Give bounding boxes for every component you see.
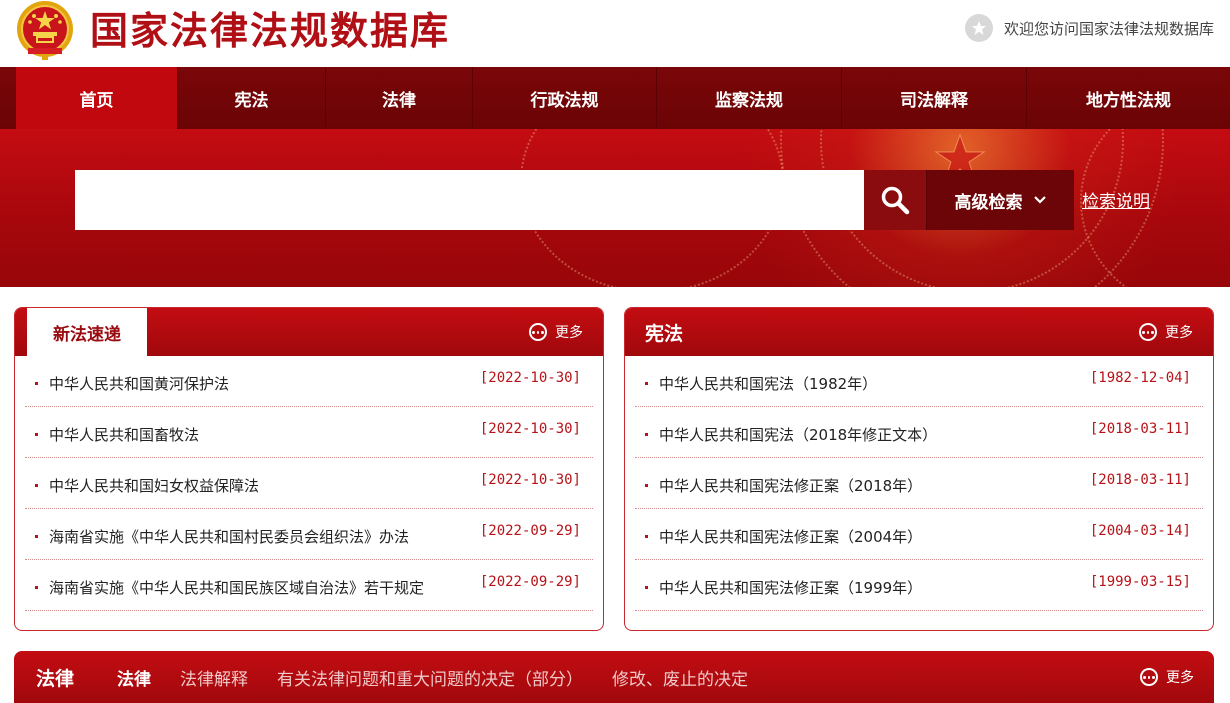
- advanced-search-label: 高级检索: [954, 192, 1023, 213]
- nav-item-laws[interactable]: 法律: [326, 67, 473, 129]
- advanced-search-button[interactable]: 高级检索: [926, 170, 1074, 230]
- law-date: [2018-03-11]: [1089, 472, 1191, 488]
- welcome-text: 欢迎您访问国家法律法规数据库: [1003, 19, 1214, 38]
- tab-major-decisions[interactable]: 有关法律问题和重大问题的决定（部分）: [277, 665, 583, 690]
- more-label: 更多: [1165, 325, 1193, 341]
- new-laws-panel-header: 新法速递 更多: [15, 308, 603, 356]
- tab-new-laws[interactable]: 新法速递: [27, 308, 147, 356]
- law-title-link[interactable]: 中华人民共和国宪法修正案（2018年）: [659, 475, 922, 496]
- constitution-more-link[interactable]: 更多: [1139, 321, 1193, 343]
- bullet: [645, 484, 648, 487]
- tab-amendment-repeal-decisions[interactable]: 修改、废止的决定: [612, 665, 748, 690]
- list-item: 中华人民共和国宪法（2018年修正文本） [2018-03-11]: [635, 407, 1203, 458]
- search-button[interactable]: [864, 170, 926, 230]
- search-input[interactable]: [75, 170, 864, 230]
- list-item: 中华人民共和国宪法修正案（2004年） [2004-03-14]: [635, 509, 1203, 560]
- new-laws-panel: 新法速递 更多 中华人民共和国黄河保护法 [2022-10-30] 中华人民共和…: [14, 307, 604, 631]
- law-title-link[interactable]: 中华人民共和国宪法（2018年修正文本）: [659, 424, 937, 445]
- site-header: 国家法律法规数据库 欢迎您访问国家法律法规数据库: [0, 0, 1230, 67]
- bullet: [35, 535, 38, 538]
- site-title: 国家法律法规数据库: [90, 8, 451, 53]
- law-section-tabs: 法律 法律解释 有关法律问题和重大问题的决定（部分） 修改、废止的决定: [117, 651, 777, 703]
- bullet: [645, 433, 648, 436]
- list-item: 海南省实施《中华人民共和国民族区域自治法》若干规定 [2022-09-29]: [25, 560, 593, 611]
- bullet: [35, 484, 38, 487]
- welcome-area: 欢迎您访问国家法律法规数据库: [964, 13, 1214, 43]
- law-date: [2018-03-11]: [1089, 421, 1191, 437]
- more-label: 更多: [1166, 670, 1194, 686]
- law-title-link[interactable]: 中华人民共和国宪法（1982年）: [659, 373, 877, 394]
- nav-item-supervisory-regulations[interactable]: 监察法规: [657, 67, 842, 129]
- law-section-header: 法律 法律 法律解释 有关法律问题和重大问题的决定（部分） 修改、废止的决定 更…: [14, 651, 1214, 703]
- more-label: 更多: [555, 325, 583, 341]
- new-laws-more-link[interactable]: 更多: [529, 321, 583, 343]
- bullet: [35, 586, 38, 589]
- nav-item-constitution[interactable]: 宪法: [178, 67, 326, 129]
- tab-law-interpretation[interactable]: 法律解释: [180, 665, 248, 690]
- law-title-link[interactable]: 中华人民共和国宪法修正案（2004年）: [659, 526, 922, 547]
- search-help-link[interactable]: 检索说明: [1082, 187, 1150, 212]
- list-item: 中华人民共和国妇女权益保障法 [2022-10-30]: [25, 458, 593, 509]
- law-date: [2022-10-30]: [479, 370, 581, 386]
- law-title-link[interactable]: 海南省实施《中华人民共和国民族区域自治法》若干规定: [49, 577, 424, 598]
- list-item: 中华人民共和国黄河保护法 [2022-10-30]: [25, 356, 593, 407]
- constitution-panel: 宪法 更多 中华人民共和国宪法（1982年） [1982-12-04] 中华人民…: [624, 307, 1214, 631]
- law-date: [2022-09-29]: [479, 574, 581, 590]
- constitution-panel-title[interactable]: 宪法: [645, 308, 683, 356]
- more-icon: [529, 323, 547, 341]
- law-date: [2004-03-14]: [1089, 523, 1191, 539]
- list-item: 中华人民共和国畜牧法 [2022-10-30]: [25, 407, 593, 458]
- bullet: [645, 382, 648, 385]
- nav-item-administrative-regulations[interactable]: 行政法规: [473, 67, 657, 129]
- search-icon: [881, 186, 910, 215]
- nav-item-judicial-interpretations[interactable]: 司法解释: [842, 67, 1027, 129]
- list-item: 海南省实施《中华人民共和国村民委员会组织法》办法 [2022-09-29]: [25, 509, 593, 560]
- nav-item-local-regulations[interactable]: 地方性法规: [1027, 67, 1230, 129]
- main-nav: 首页 宪法 法律 行政法规 监察法规 司法解释 地方性法规: [0, 67, 1230, 129]
- nav-item-home[interactable]: 首页: [16, 67, 178, 129]
- more-icon: [1140, 668, 1158, 686]
- law-date: [1982-12-04]: [1089, 370, 1191, 386]
- bullet: [35, 433, 38, 436]
- list-item: 中华人民共和国宪法修正案（2018年） [2018-03-11]: [635, 458, 1203, 509]
- bullet: [35, 382, 38, 385]
- law-date: [2022-10-30]: [479, 421, 581, 437]
- star-icon: [964, 14, 993, 42]
- law-title-link[interactable]: 中华人民共和国宪法修正案（1999年）: [659, 577, 922, 598]
- law-date: [2022-10-30]: [479, 472, 581, 488]
- law-section-title: 法律: [36, 667, 75, 690]
- law-date: [1999-03-15]: [1089, 574, 1191, 590]
- law-section-more-link[interactable]: 更多: [1140, 666, 1194, 688]
- list-item: 中华人民共和国宪法（1982年） [1982-12-04]: [635, 356, 1203, 407]
- law-date: [2022-09-29]: [479, 523, 581, 539]
- law-title-link[interactable]: 中华人民共和国黄河保护法: [49, 373, 229, 394]
- law-title-link[interactable]: 中华人民共和国妇女权益保障法: [49, 475, 259, 496]
- law-title-link[interactable]: 中华人民共和国畜牧法: [49, 424, 199, 445]
- list-item: 中华人民共和国宪法修正案（1999年） [1999-03-15]: [635, 560, 1203, 611]
- national-emblem-icon[interactable]: [14, 0, 76, 62]
- chevron-down-icon: [1033, 195, 1047, 205]
- search-banner: 高级检索 检索说明: [0, 129, 1230, 287]
- bullet: [645, 535, 648, 538]
- more-icon: [1139, 323, 1157, 341]
- bullet: [645, 586, 648, 589]
- constitution-panel-header: 宪法 更多: [625, 308, 1213, 356]
- tab-law[interactable]: 法律: [117, 665, 151, 690]
- new-laws-list: 中华人民共和国黄河保护法 [2022-10-30] 中华人民共和国畜牧法 [20…: [15, 356, 603, 611]
- constitution-list: 中华人民共和国宪法（1982年） [1982-12-04] 中华人民共和国宪法（…: [625, 356, 1213, 611]
- law-title-link[interactable]: 海南省实施《中华人民共和国村民委员会组织法》办法: [49, 526, 409, 547]
